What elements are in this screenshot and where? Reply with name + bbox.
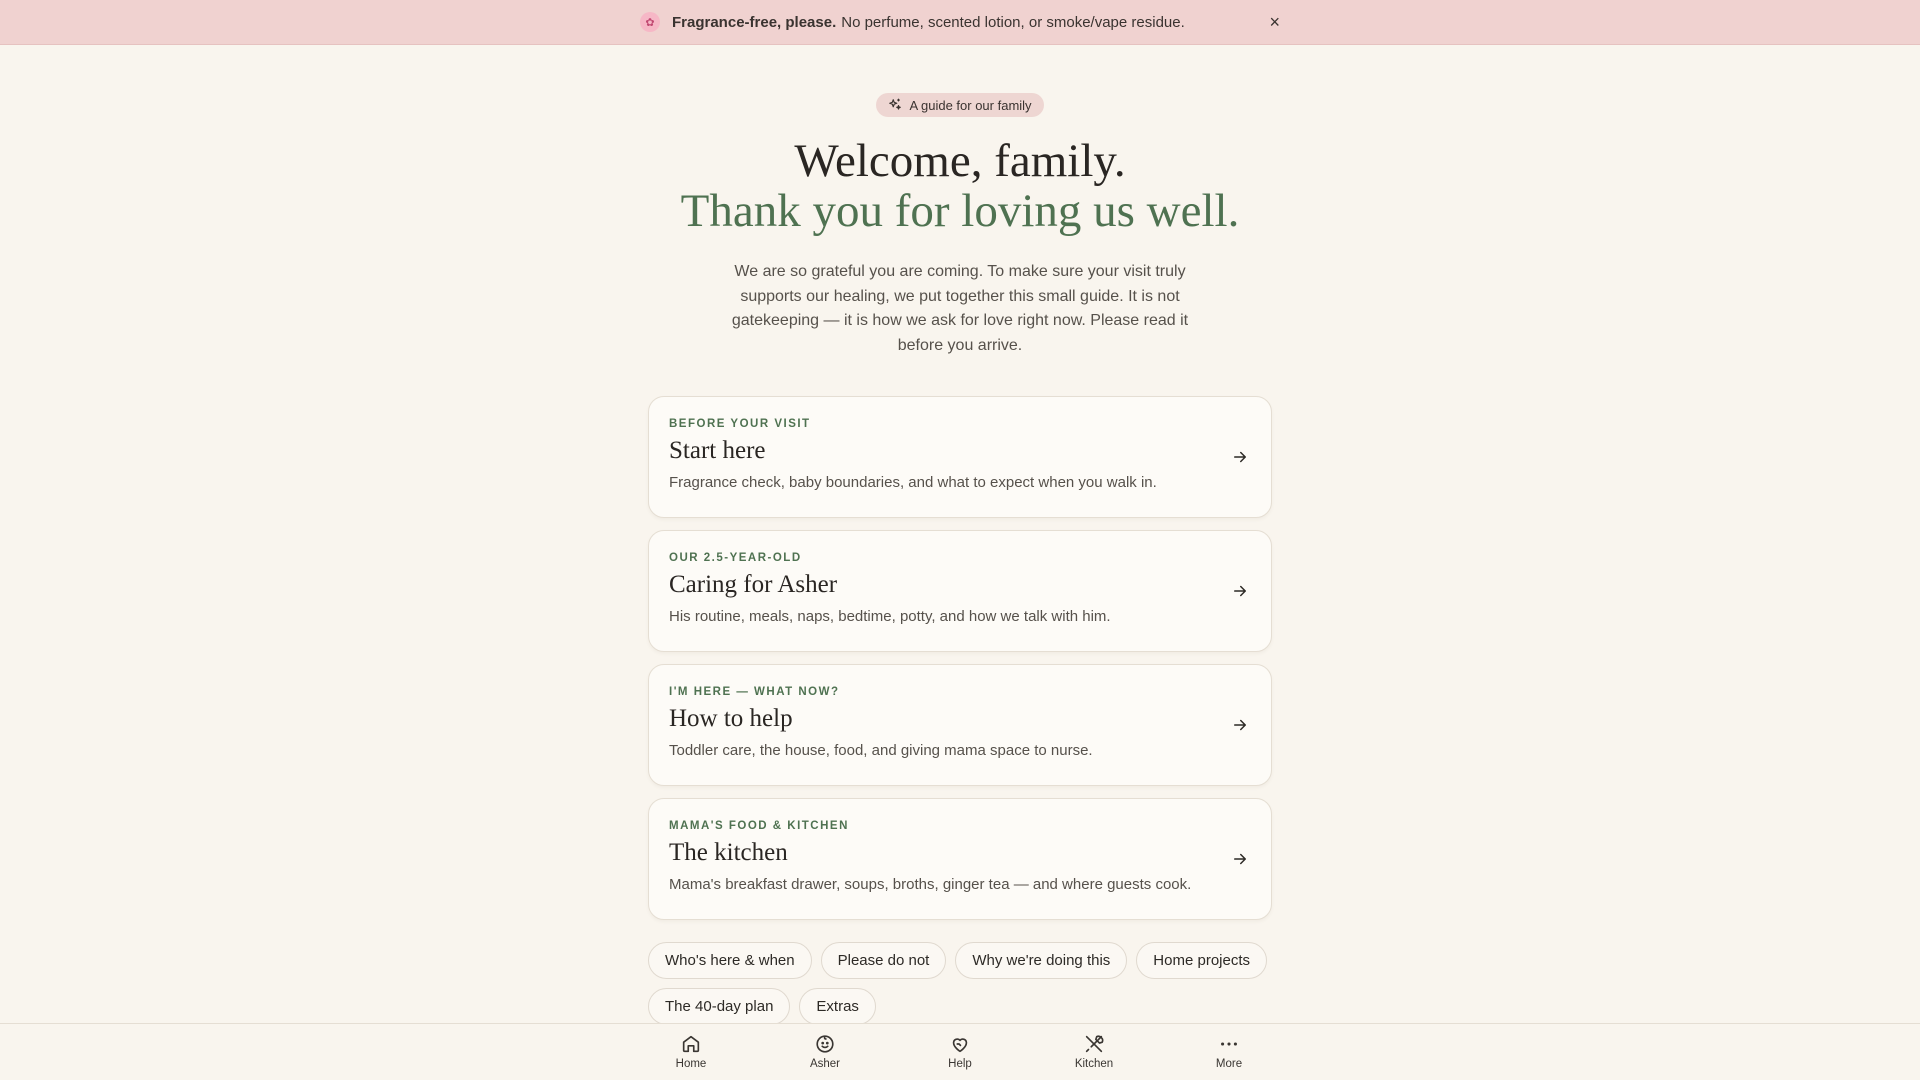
card-caring-for-asher[interactable]: OUR 2.5-YEAR-OLD Caring for Asher His ro… [648,530,1272,652]
banner-text: No perfume, scented lotion, or smoke/vap… [841,13,1185,31]
chip-40-day-plan[interactable]: The 40-day plan [648,988,791,1025]
nav-label: Home [675,1058,707,1070]
nav-label: More [1215,1058,1243,1070]
child-face-icon [816,1035,834,1053]
bottom-nav: Home Asher Help Kitchen More [0,1023,1920,1080]
card-title: How to help [669,705,793,732]
close-icon[interactable]: × [1269,13,1280,31]
card-kicker: MAMA'S FOOD & KITCHEN [669,820,849,832]
nav-label: Kitchen [1074,1058,1114,1070]
quick-links: Who's here & when Please do not Why we'r… [648,942,1288,1025]
nav-kitchen[interactable]: Kitchen [1054,1033,1134,1070]
arrow-right-icon [1234,853,1246,865]
page-title: Welcome, family. [794,135,1126,187]
card-description: His routine, meals, naps, bedtime, potty… [669,608,1111,625]
card-how-to-help[interactable]: I'M HERE — WHAT NOW? How to help Toddler… [648,664,1272,786]
arrow-right-icon [1234,451,1246,463]
home-icon [682,1035,700,1053]
nav-label: Help [948,1058,972,1070]
card-start-here[interactable]: BEFORE YOUR VISIT Start here Fragrance c… [648,396,1272,518]
card-the-kitchen[interactable]: MAMA'S FOOD & KITCHEN The kitchen Mama's… [648,798,1272,920]
banner-heading: Fragrance-free, please. [672,13,837,31]
page-subtitle: Thank you for loving us well. [680,185,1240,237]
card-description: Toddler care, the house, food, and givin… [669,742,1093,759]
nav-asher[interactable]: Asher [785,1033,865,1070]
banner-content: ✿ Fragrance-free, please. No perfume, sc… [640,12,1280,32]
arrow-right-icon [1234,585,1246,597]
pill-label: A guide for our family [909,97,1032,113]
nav-help[interactable]: Help [920,1033,1000,1070]
card-description: Fragrance check, baby boundaries, and wh… [669,474,1157,491]
chip-whos-here[interactable]: Who's here & when [648,942,812,979]
intro-text: We are so grateful you are coming. To ma… [731,263,1189,354]
nav-more[interactable]: More [1189,1033,1269,1070]
flower-icon: ✿ [640,12,660,32]
card-kicker: OUR 2.5-YEAR-OLD [669,552,802,564]
chip-extras[interactable]: Extras [799,988,876,1025]
card-kicker: I'M HERE — WHAT NOW? [669,686,840,698]
guide-pill: A guide for our family [876,93,1044,117]
card-title: Start here [669,437,766,464]
card-title: Caring for Asher [669,571,838,598]
chip-why[interactable]: Why we're doing this [955,942,1128,979]
heart-hand-icon [952,1038,968,1053]
nav-home[interactable]: Home [651,1033,731,1070]
card-description: Mama's breakfast drawer, soups, broths, … [669,876,1192,893]
hero: A guide for our family Welcome, family. … [0,93,1920,358]
chip-please-do-not[interactable]: Please do not [820,942,947,979]
utensils-icon [1085,1035,1104,1053]
card-title: The kitchen [669,839,788,866]
card-kicker: BEFORE YOUR VISIT [669,418,811,430]
arrow-right-icon [1234,719,1246,731]
sparkles-icon [889,98,902,110]
section-cards: BEFORE YOUR VISIT Start here Fragrance c… [648,396,1272,932]
more-dots-icon [1221,1042,1237,1046]
chip-home-projects[interactable]: Home projects [1136,942,1267,979]
fragrance-banner: ✿ Fragrance-free, please. No perfume, sc… [0,0,1920,45]
nav-label: Asher [809,1058,841,1070]
